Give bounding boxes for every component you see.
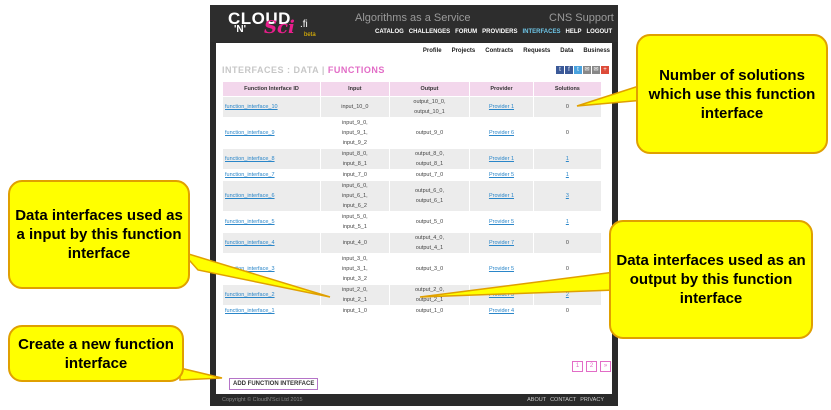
- outputs-callout-pointer: [419, 271, 616, 298]
- callout-inputs: Data interfaces used as a input by this …: [8, 180, 190, 289]
- callout-add: Create a new function interface: [8, 325, 184, 382]
- inputs-callout-pointer: [179, 250, 331, 298]
- callout-outputs: Data interfaces used as an output by thi…: [609, 220, 813, 339]
- add-callout-pointer: [179, 367, 223, 381]
- solutions-callout-pointer: [576, 82, 646, 107]
- callout-solutions: Number of solutions which use this funct…: [636, 34, 828, 154]
